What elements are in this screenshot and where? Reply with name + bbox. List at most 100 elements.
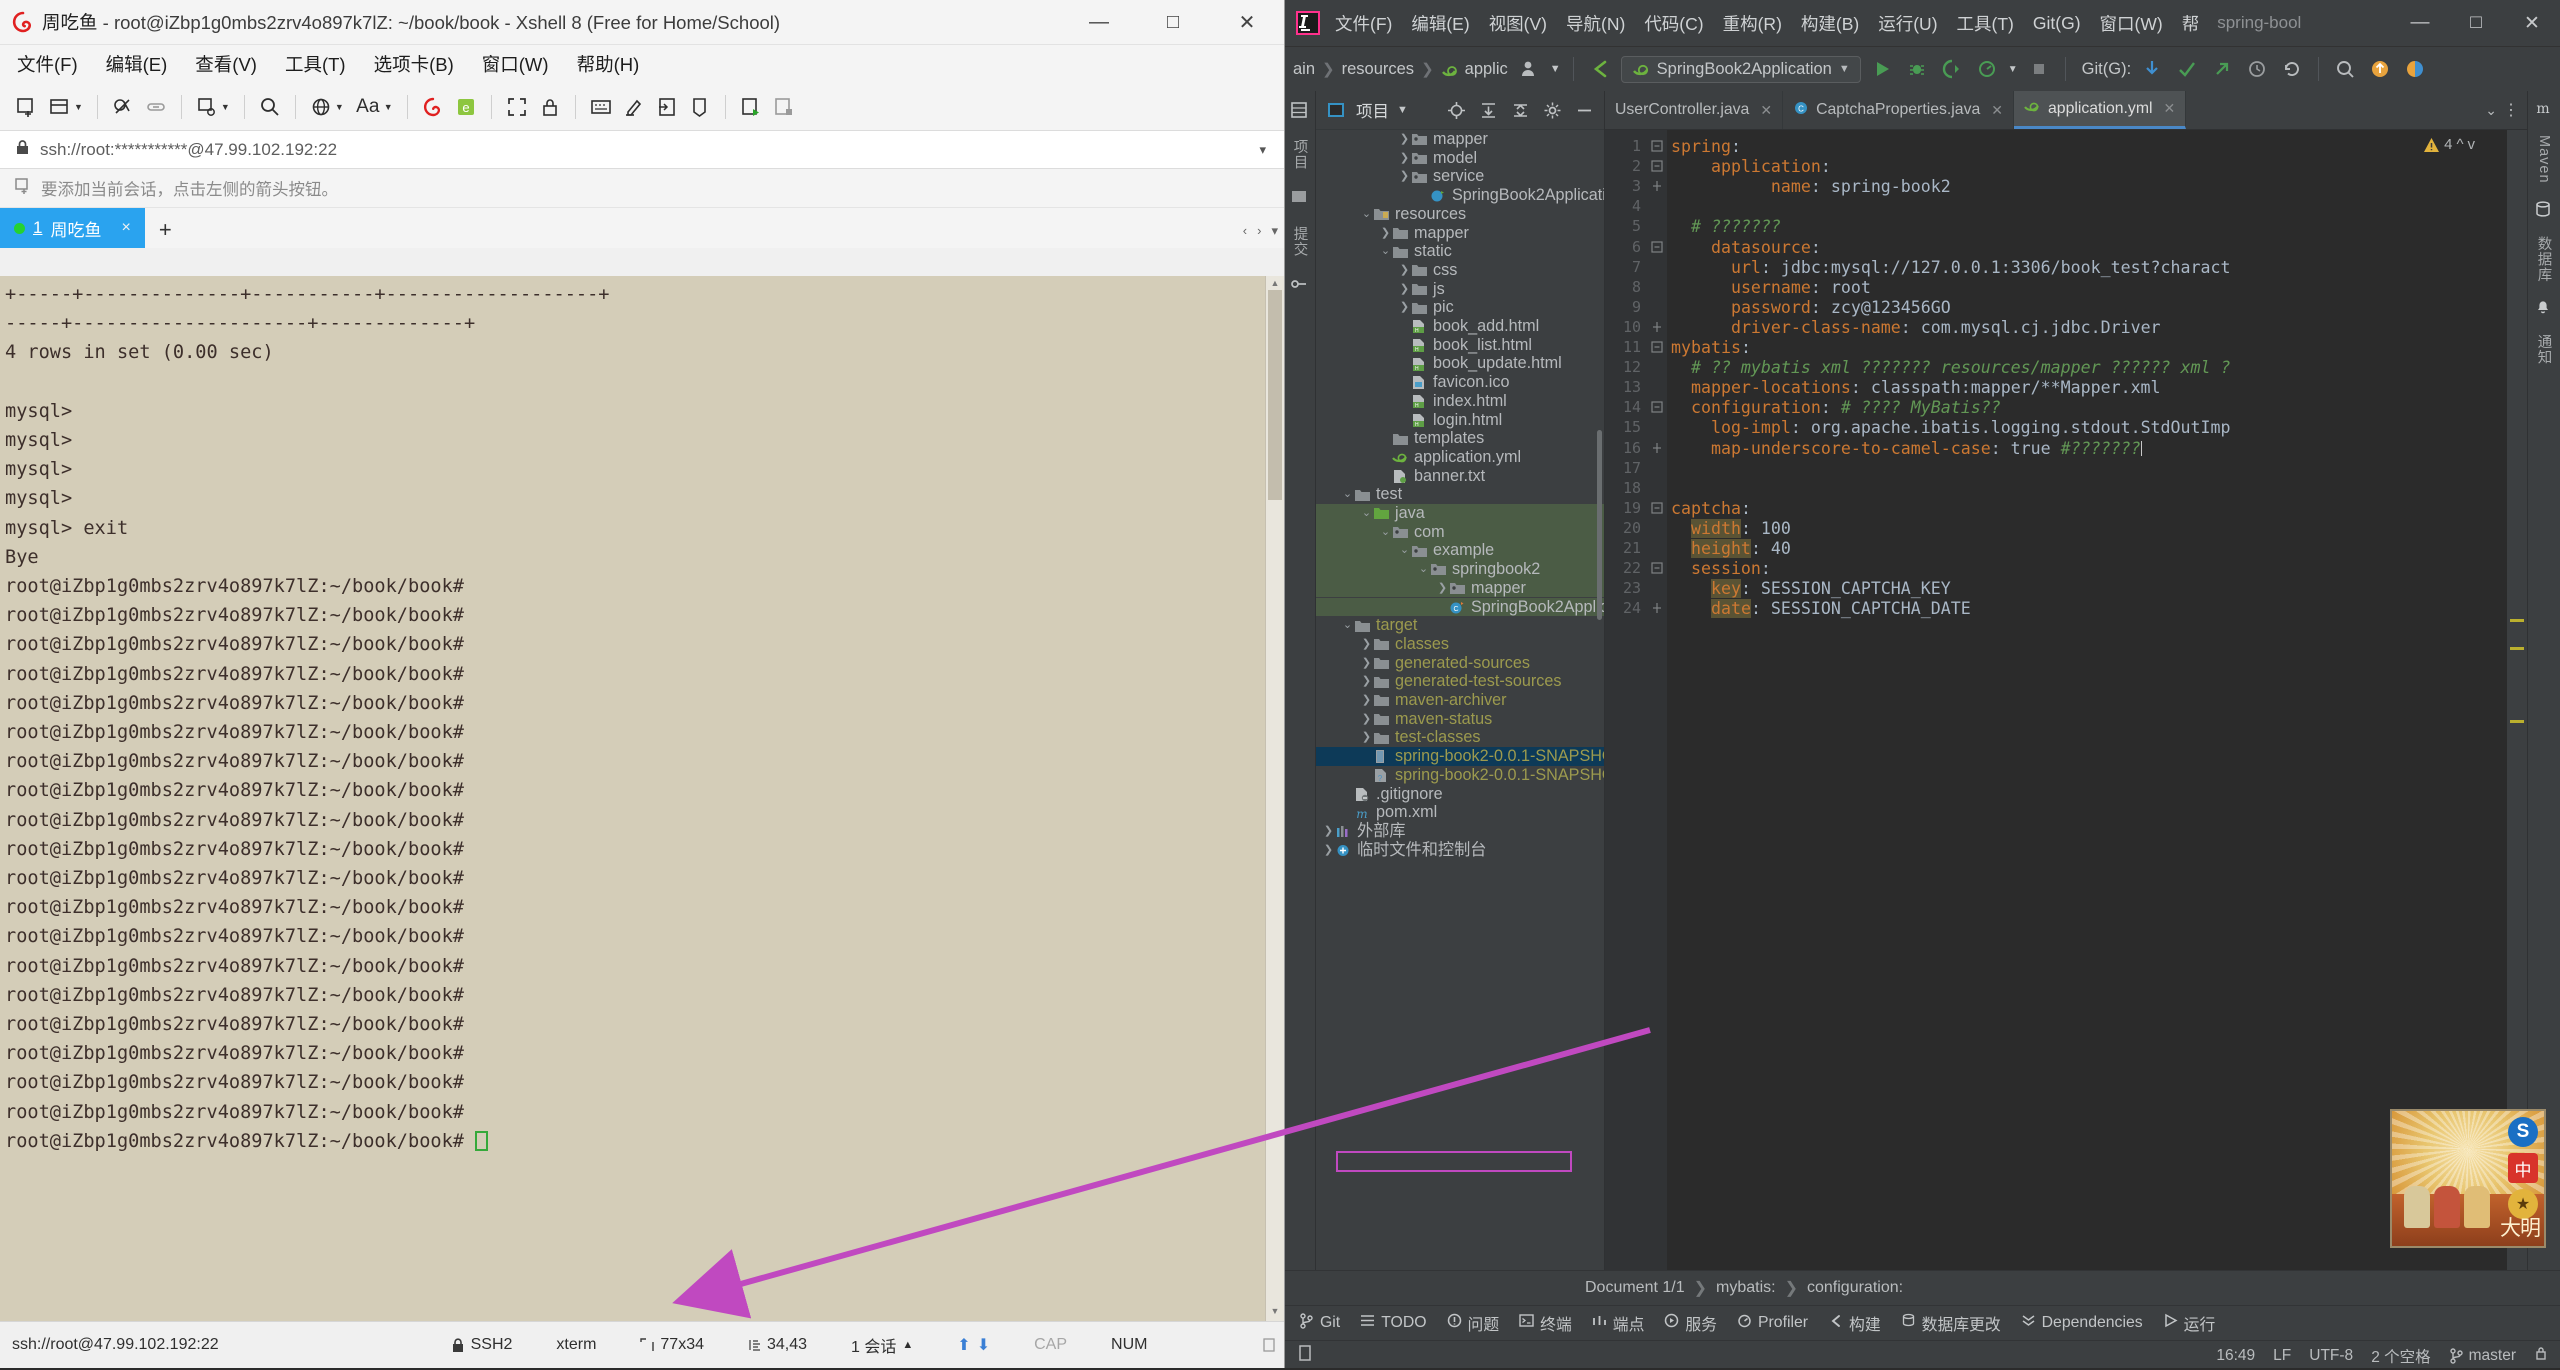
- xshell-address-bar[interactable]: ssh://root:***********@47.99.102.192:22 …: [0, 131, 1284, 169]
- tree-node[interactable]: application.yml: [1316, 448, 1604, 467]
- xftp-icon[interactable]: e: [451, 92, 481, 122]
- idea-menu-refactor[interactable]: 重构(R): [1721, 9, 1784, 38]
- chevron-right-icon[interactable]: ❯: [1398, 280, 1411, 299]
- tree-node[interactable]: ❯ generated-test-sources: [1316, 672, 1604, 691]
- stop-icon[interactable]: [2025, 55, 2053, 83]
- xshell-session-tab[interactable]: 1 周吃鱼 ×: [0, 208, 145, 248]
- tree-node[interactable]: ❯ 外部库: [1316, 822, 1604, 841]
- breadcrumb-resources[interactable]: resources ❯: [1342, 60, 1434, 79]
- idea-menu-help[interactable]: 帮: [2180, 9, 2202, 38]
- tree-node[interactable]: ❯ maven-archiver: [1316, 691, 1604, 710]
- database-icon[interactable]: [2534, 200, 2554, 220]
- settings-gear-icon[interactable]: [2401, 55, 2429, 83]
- tree-node[interactable]: ❯ test-classes: [1316, 728, 1604, 747]
- tree-node[interactable]: Hindex.html: [1316, 392, 1604, 411]
- chevron-down-icon[interactable]: ⌄: [1360, 504, 1373, 523]
- fold-collapse-icon[interactable]: [1651, 240, 1664, 254]
- tree-node[interactable]: C SpringBook2Applicati: [1316, 597, 1604, 617]
- locate-file-icon[interactable]: [1444, 98, 1468, 122]
- run-with-coverage-icon[interactable]: [1938, 55, 1966, 83]
- terminal-scroll-thumb[interactable]: [1268, 290, 1282, 500]
- log-icon[interactable]: [769, 92, 799, 122]
- editor-tab-close-icon[interactable]: ✕: [1991, 102, 2003, 119]
- tab-next-icon[interactable]: ›: [1257, 223, 1261, 239]
- expand-all-icon[interactable]: [1476, 98, 1500, 122]
- run-icon[interactable]: [1868, 55, 1896, 83]
- fold-collapse-icon[interactable]: [1651, 160, 1664, 173]
- editor-gutter[interactable]: 1 2 3 4 5 6 7 8 9 10 11 12 13 14 15 16 17 18 19 20 21 22 23 24: [1605, 130, 1667, 1270]
- chevron-right-icon[interactable]: ❯: [1398, 261, 1411, 280]
- chevron-right-icon[interactable]: ❯: [1398, 149, 1411, 168]
- build-project-icon[interactable]: [1586, 55, 1614, 83]
- chevron-right-icon[interactable]: ❯: [1398, 298, 1411, 317]
- fold-end-icon[interactable]: [1651, 180, 1664, 193]
- chevron-right-icon[interactable]: ❯: [1360, 710, 1373, 729]
- font-size-caret-icon[interactable]: ▼: [384, 102, 393, 112]
- xshell-terminal[interactable]: +-----+--------------+-----------+------…: [0, 276, 1284, 1322]
- structure-icon[interactable]: [1290, 275, 1310, 295]
- fold-collapse-icon[interactable]: [1651, 502, 1664, 515]
- git-commit-icon[interactable]: [2173, 55, 2201, 83]
- idea-close-button[interactable]: ✕: [2504, 1, 2560, 46]
- chevron-right-icon[interactable]: ❯: [1360, 691, 1373, 710]
- idea-menu-navigate[interactable]: 导航(N): [1564, 9, 1627, 38]
- tree-node[interactable]: ⌄ com: [1316, 522, 1604, 542]
- xshell-icon[interactable]: [418, 92, 448, 122]
- next-problem-icon[interactable]: v: [2468, 136, 2476, 153]
- tree-node[interactable]: ⌄ java: [1316, 504, 1604, 523]
- send-key-icon[interactable]: [652, 92, 682, 122]
- editor-tab[interactable]: C CaptchaProperties.java ✕: [1783, 91, 2014, 129]
- editor-tab[interactable]: application.yml ✕: [2014, 91, 2187, 129]
- chevron-right-icon[interactable]: ❯: [1360, 672, 1373, 691]
- chevron-right-icon[interactable]: ❯: [1379, 224, 1392, 243]
- debug-icon[interactable]: [1903, 55, 1931, 83]
- tree-node[interactable]: ⌄ example: [1316, 541, 1604, 561]
- sessions-caret-icon[interactable]: ▲: [902, 1339, 913, 1351]
- status-indent[interactable]: 2 个空格: [2371, 1345, 2430, 1367]
- breadcrumb-application-yml[interactable]: applic: [1441, 60, 1508, 79]
- highlight-icon[interactable]: [619, 92, 649, 122]
- tree-node[interactable]: ⌄ static: [1316, 242, 1604, 261]
- globe-icon[interactable]: [306, 92, 336, 122]
- tool-window-button-Dependencies[interactable]: Dependencies: [2021, 1313, 2143, 1333]
- session-properties-icon[interactable]: [192, 92, 222, 122]
- tool-window-button-数据库更改[interactable]: 数据库更改: [1901, 1312, 2001, 1335]
- chevron-down-icon[interactable]: ⌄: [1379, 523, 1392, 542]
- globe-caret-icon[interactable]: ▼: [335, 102, 344, 112]
- tree-node[interactable]: Hbook_update.html: [1316, 354, 1604, 373]
- memory-indicator-icon[interactable]: [1297, 1344, 1313, 1367]
- tree-node[interactable]: ❯ pic: [1316, 298, 1604, 317]
- xshell-menu-window[interactable]: 窗口(W): [479, 49, 552, 79]
- chevron-right-icon[interactable]: ❯: [1398, 130, 1411, 149]
- chevron-down-icon[interactable]: ⌄: [1360, 205, 1373, 224]
- add-session-icon[interactable]: [14, 177, 32, 200]
- tool-window-button-终端[interactable]: 终端: [1519, 1312, 1572, 1335]
- xshell-menu-file[interactable]: 文件(F): [14, 49, 81, 79]
- git-push-icon[interactable]: [2208, 55, 2236, 83]
- collapse-all-icon[interactable]: [1508, 98, 1532, 122]
- sidebar-item-commit[interactable]: 提交: [1290, 226, 1311, 257]
- git-rollback-icon[interactable]: [2278, 55, 2306, 83]
- idea-menu-run[interactable]: 运行(U): [1876, 9, 1939, 38]
- tree-node[interactable]: ⌄ target: [1316, 616, 1604, 635]
- bookmarks-icon[interactable]: [1290, 188, 1310, 208]
- tree-node[interactable]: ❯ model: [1316, 149, 1604, 168]
- status-sessions[interactable]: 1 会话 ▲: [829, 1333, 935, 1357]
- tree-node[interactable]: favicon.ico: [1316, 373, 1604, 392]
- tree-node[interactable]: ⌄ test: [1316, 485, 1604, 504]
- fold-collapse-icon[interactable]: [1651, 341, 1664, 354]
- new-session-icon[interactable]: [12, 92, 42, 122]
- tree-node[interactable]: ⌄ resources: [1316, 205, 1604, 224]
- document-crumb-mybatis[interactable]: mybatis:: [1716, 1279, 1776, 1297]
- resize-grip-icon[interactable]: [1262, 1337, 1278, 1353]
- status-line-separator[interactable]: LF: [2273, 1347, 2291, 1365]
- idea-menu-code[interactable]: 代码(C): [1642, 9, 1705, 38]
- profiler-run-icon[interactable]: [1973, 55, 2001, 83]
- tree-node[interactable]: Hbook_list.html: [1316, 336, 1604, 355]
- tool-window-button-TODO[interactable]: TODO: [1360, 1313, 1427, 1333]
- disconnect-icon[interactable]: [108, 92, 138, 122]
- sidebar-item-maven[interactable]: Maven: [2536, 135, 2552, 184]
- open-folder-caret-icon[interactable]: ▼: [74, 102, 83, 112]
- chevron-down-icon[interactable]: ⌄: [1417, 560, 1430, 579]
- fold-collapse-icon[interactable]: [1651, 562, 1664, 575]
